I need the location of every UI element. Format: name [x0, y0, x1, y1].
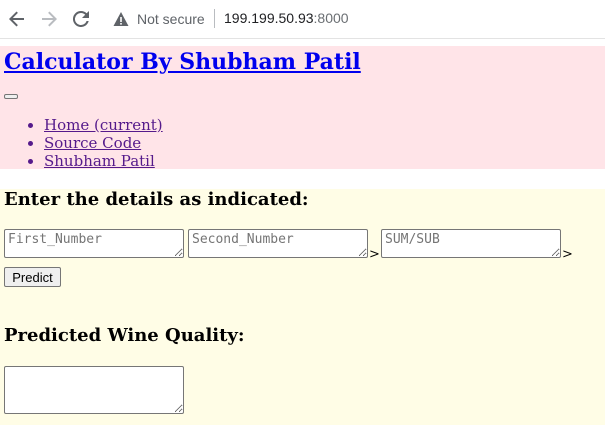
warning-icon [113, 12, 129, 26]
url-host: 199.199.50.93 [224, 10, 314, 26]
address-bar[interactable]: 199.199.50.93:8000 [224, 10, 349, 26]
brand-link[interactable]: Calculator By Shubham Patil [4, 49, 361, 75]
security-indicator[interactable]: Not secure [113, 10, 205, 28]
nav-item-source-code: Source Code [44, 134, 163, 152]
url-port: :8000 [313, 10, 349, 26]
second-number-input[interactable] [188, 229, 368, 258]
separator-text: > [369, 247, 380, 262]
browser-toolbar: Not secure 199.199.50.93:8000 [0, 0, 605, 39]
result-output[interactable] [4, 366, 184, 414]
security-label: Not secure [137, 11, 205, 27]
site-header: Calculator By Shubham Patil Home (curren… [0, 46, 605, 170]
predict-button[interactable]: Predict [4, 267, 61, 287]
nav-item-home: Home (current) [44, 116, 163, 134]
separator-text: > [562, 247, 573, 262]
reload-icon[interactable] [70, 8, 92, 30]
nav-list: Home (current) Source Code Shubham Patil [0, 116, 163, 170]
form-title: Enter the details as indicated: [4, 189, 309, 210]
forward-arrow-icon[interactable] [38, 8, 60, 30]
back-arrow-icon[interactable] [6, 8, 28, 30]
address-divider [214, 9, 215, 28]
nav-link-author[interactable]: Shubham Patil [44, 152, 155, 170]
first-number-input[interactable] [4, 229, 184, 258]
nav-link-home[interactable]: Home (current) [44, 116, 163, 134]
operation-input[interactable] [381, 229, 561, 258]
nav-link-source-code[interactable]: Source Code [44, 134, 141, 152]
form-section: Enter the details as indicated: > > Pred… [0, 189, 605, 425]
result-title: Predicted Wine Quality: [4, 325, 245, 346]
nav-item-author: Shubham Patil [44, 152, 163, 170]
navbar-toggle-button[interactable] [4, 94, 18, 99]
